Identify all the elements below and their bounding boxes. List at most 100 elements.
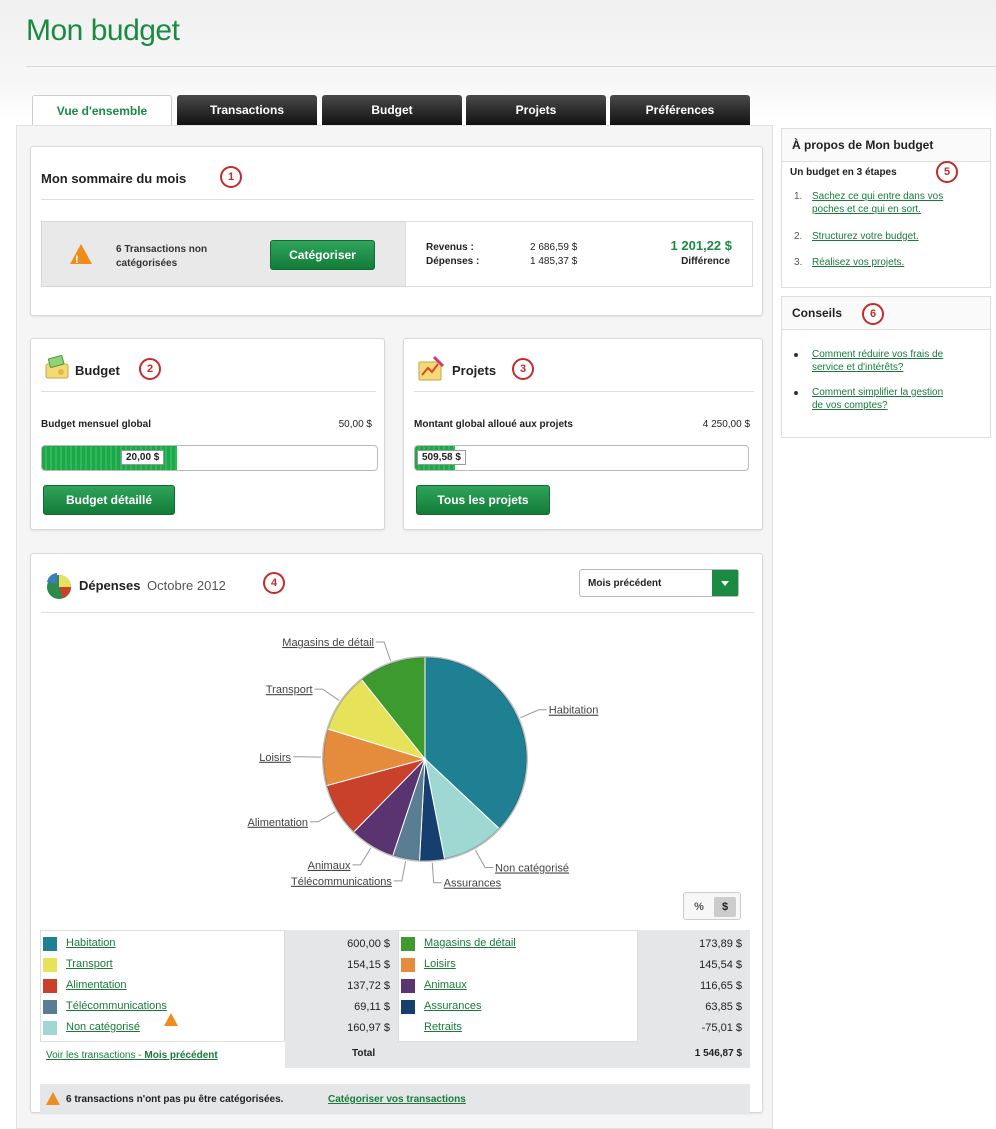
pie-leader-3 [393, 861, 407, 882]
uncategorized-text-2: catégorisées [116, 258, 178, 269]
pie-label-7[interactable]: Transport [266, 684, 313, 696]
summary-divider [41, 199, 754, 200]
percent-toggle[interactable]: % [688, 897, 710, 917]
legend-swatch [401, 958, 415, 972]
period-dropdown[interactable]: Mois précédent [579, 569, 739, 597]
legend-category-link[interactable]: Non catégorisé [66, 1021, 140, 1033]
legend-category-link[interactable]: Télécommunications [66, 1000, 167, 1012]
step-link-3[interactable]: Réalisez vos projets. [812, 257, 904, 268]
pie-label-4[interactable]: Animaux [308, 860, 351, 872]
annotation-badge-4: 4 [263, 572, 285, 594]
pie-leader-8 [376, 641, 392, 662]
annotation-badge-6: 6 [862, 303, 884, 325]
budget-progress-bar: 20,00 $ [41, 445, 378, 471]
legend-category-link[interactable]: Magasins de détail [424, 937, 516, 949]
categorize-button[interactable]: Catégoriser [270, 240, 375, 270]
legend-row: Animaux 116,65 $ [398, 976, 750, 996]
dollar-toggle[interactable]: $ [714, 897, 736, 917]
legend-row: Magasins de détail 173,89 $ [398, 934, 750, 954]
legend-category-link[interactable]: Habitation [66, 937, 116, 949]
total-label: Total [352, 1048, 376, 1059]
legend-swatch [43, 979, 57, 993]
categorize-transactions-link[interactable]: Catégoriser vos transactions [328, 1094, 466, 1105]
budget-label: Budget mensuel global [41, 419, 152, 430]
step-link-1-cont[interactable]: poches et ce qui en sort. [812, 204, 921, 215]
pie-leader-5 [310, 811, 336, 823]
budget-total: 50,00 $ [338, 419, 372, 430]
projects-progress-value: 509,58 $ [417, 450, 466, 465]
summary-panel: Mon sommaire du mois 1 ! 6 Transactions … [30, 146, 763, 316]
bullet-icon [794, 353, 798, 357]
summary-title: Mon sommaire du mois [41, 171, 187, 186]
legend-value: 69,11 $ [354, 1001, 390, 1013]
step-number: 2. [794, 231, 803, 242]
tab-projects[interactable]: Projets [466, 95, 606, 125]
tab-overview[interactable]: Vue d'ensemble [32, 95, 172, 127]
revenues-value: 2 686,59 $ [530, 242, 578, 253]
projects-icon [418, 355, 445, 381]
legend-row: Alimentation 137,72 $ [40, 976, 398, 996]
pie-label-5[interactable]: Alimentation [248, 817, 309, 829]
pie-label-3[interactable]: Télécommunications [291, 876, 392, 888]
legend-category-link[interactable]: Animaux [424, 979, 467, 991]
budget-divider [41, 391, 376, 392]
step-link-1[interactable]: Sachez ce qui entre dans vos [812, 191, 943, 202]
tip-link-1[interactable]: Comment réduire vos frais de [812, 349, 943, 360]
revenues-label: Revenus : [426, 242, 474, 253]
pie-label-1[interactable]: Non catégorisé [495, 862, 569, 874]
expenses-title: Dépenses [79, 578, 141, 593]
uncategorized-warning-icon [164, 1013, 178, 1026]
tab-budget[interactable]: Budget [322, 95, 462, 125]
pie-chart-icon [47, 573, 71, 599]
legend-row: Télécommunications 69,11 $ [40, 997, 398, 1017]
step-number: 3. [794, 257, 803, 268]
expenses-value: 1 485,37 $ [530, 256, 578, 267]
view-transactions-link[interactable]: Voir les transactions - Mois précédent [46, 1050, 218, 1061]
alert-text: 6 transactions n'ont pas pu être catégor… [66, 1094, 284, 1105]
annotation-badge-2: 2 [139, 358, 161, 380]
pie-label-6[interactable]: Loisirs [259, 752, 291, 764]
expenses-label: Dépenses : [426, 256, 480, 267]
legend-swatch [43, 958, 57, 972]
legend-value: 173,89 $ [699, 938, 742, 950]
tips-panel: Conseils 6 Comment réduire vos frais de s… [781, 296, 991, 438]
tip-link-2[interactable]: Comment simplifier la gestion [812, 387, 943, 398]
pie-label-2[interactable]: Assurances [444, 878, 502, 890]
legend-value: 63,85 $ [705, 1001, 742, 1013]
pie-label-0[interactable]: Habitation [549, 705, 599, 717]
uncategorized-box: ! 6 Transactions non catégorisées Catégo… [41, 221, 409, 287]
step-number: 1. [794, 191, 803, 202]
tab-transactions[interactable]: Transactions [177, 95, 317, 125]
legend-category-link[interactable]: Assurances [424, 1000, 481, 1012]
legend-row: Habitation 600,00 $ [40, 934, 398, 954]
projects-progress-bar: 509,58 $ [414, 445, 749, 471]
tab-preferences[interactable]: Préférences [610, 95, 750, 125]
revenue-expense-box: Revenus : 2 686,59 $ Dépenses : 1 485,37… [405, 221, 753, 287]
step-link-2[interactable]: Structurez votre budget. [812, 231, 919, 242]
tip-link-1-cont[interactable]: service et d'intérêts? [812, 362, 903, 373]
difference-value: 1 201,22 $ [670, 238, 732, 253]
legend-swatch [401, 1000, 415, 1014]
page-title: Mon budget [26, 14, 180, 47]
legend-category-link[interactable]: Transport [66, 958, 113, 970]
projects-divider [414, 391, 754, 392]
legend-right-column: Magasins de détail 173,89 $ Loisirs 145,54 … [398, 930, 750, 1042]
expenses-period: Octobre 2012 [147, 578, 226, 593]
about-panel: À propos de Mon budget Un budget en 3 ét… [781, 128, 991, 288]
budget-detail-button[interactable]: Budget détaillé [43, 485, 175, 515]
pie-label-8[interactable]: Magasins de détail [282, 637, 374, 649]
legend-row: Loisirs 145,54 $ [398, 955, 750, 975]
legend-left-column: Habitation 600,00 $ Transport 154,15 $ Alime… [40, 930, 398, 1042]
chevron-down-icon[interactable] [712, 570, 738, 596]
total-value: 1 546,87 $ [694, 1048, 742, 1059]
legend-category-link[interactable]: Retraits [424, 1021, 462, 1033]
all-projects-button[interactable]: Tous les projets [416, 485, 550, 515]
legend-swatch [43, 1000, 57, 1014]
legend-value: 145,54 $ [699, 959, 742, 971]
title-divider [26, 66, 996, 67]
tip-link-2-cont[interactable]: de vos comptes? [812, 400, 888, 411]
legend-category-link[interactable]: Alimentation [66, 979, 127, 991]
legend-category-link[interactable]: Loisirs [424, 958, 456, 970]
legend-swatch [401, 979, 415, 993]
warning-icon [70, 244, 92, 264]
